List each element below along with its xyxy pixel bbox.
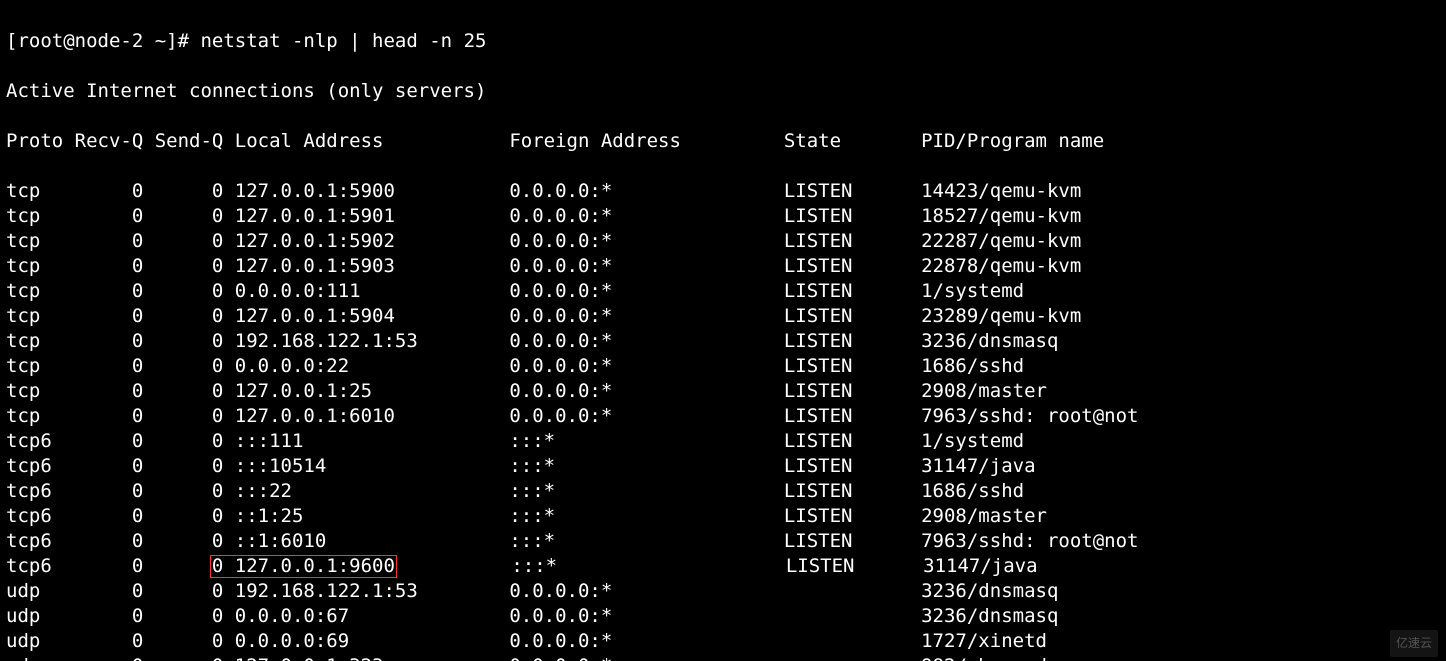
prompt-line: [root@node-2 ~]# netstat -nlp | head -n … — [6, 29, 1440, 54]
netstat-row: tcp 0 0 127.0.0.1:5904 0.0.0.0:* LISTEN … — [6, 304, 1440, 329]
netstat-row: tcp 0 0 127.0.0.1:5902 0.0.0.0:* LISTEN … — [6, 229, 1440, 254]
shell-command: netstat -nlp | head -n 25 — [200, 30, 486, 52]
netstat-row: tcp6 0 0 ::1:25 :::* LISTEN 2908/master — [6, 504, 1440, 529]
netstat-row: tcp 0 0 127.0.0.1:5900 0.0.0.0:* LISTEN … — [6, 179, 1440, 204]
highlighted-cell: 0 127.0.0.1:9600 — [210, 555, 397, 578]
shell-prompt: [root@node-2 ~]# — [6, 30, 200, 52]
netstat-row: tcp6 0 0 :::111 :::* LISTEN 1/systemd — [6, 429, 1440, 454]
netstat-row: tcp 0 0 0.0.0.0:111 0.0.0.0:* LISTEN 1/s… — [6, 279, 1440, 304]
section-active-inet: Active Internet connections (only server… — [6, 79, 1440, 104]
netstat-row: tcp 0 0 127.0.0.1:5903 0.0.0.0:* LISTEN … — [6, 254, 1440, 279]
netstat-row: udp 0 0 0.0.0.0:69 0.0.0.0:* 1727/xinetd — [6, 629, 1440, 654]
netstat-row: tcp6 0 0 :::10514 :::* LISTEN 31147/java — [6, 454, 1440, 479]
netstat-header: Proto Recv-Q Send-Q Local Address Foreig… — [6, 129, 1440, 154]
netstat-row: udp 0 0 127.0.0.1:323 0.0.0.0:* 982/chro… — [6, 654, 1440, 661]
netstat-row: tcp 0 0 127.0.0.1:6010 0.0.0.0:* LISTEN … — [6, 404, 1440, 429]
netstat-row: tcp 0 0 192.168.122.1:53 0.0.0.0:* LISTE… — [6, 329, 1440, 354]
terminal[interactable]: [root@node-2 ~]# netstat -nlp | head -n … — [0, 0, 1446, 661]
watermark-badge: 亿速云 — [1390, 630, 1438, 657]
netstat-row: tcp 0 0 127.0.0.1:5901 0.0.0.0:* LISTEN … — [6, 204, 1440, 229]
netstat-row: tcp6 0 0 127.0.0.1:9600 :::* LISTEN 3114… — [6, 554, 1440, 579]
netstat-row: tcp 0 0 0.0.0.0:22 0.0.0.0:* LISTEN 1686… — [6, 354, 1440, 379]
netstat-row: tcp6 0 0 :::22 :::* LISTEN 1686/sshd — [6, 479, 1440, 504]
netstat-row: tcp 0 0 127.0.0.1:25 0.0.0.0:* LISTEN 29… — [6, 379, 1440, 404]
netstat-row: udp 0 0 192.168.122.1:53 0.0.0.0:* 3236/… — [6, 579, 1440, 604]
netstat-row: udp 0 0 0.0.0.0:67 0.0.0.0:* 3236/dnsmas… — [6, 604, 1440, 629]
netstat-row: tcp6 0 0 ::1:6010 :::* LISTEN 7963/sshd:… — [6, 529, 1440, 554]
